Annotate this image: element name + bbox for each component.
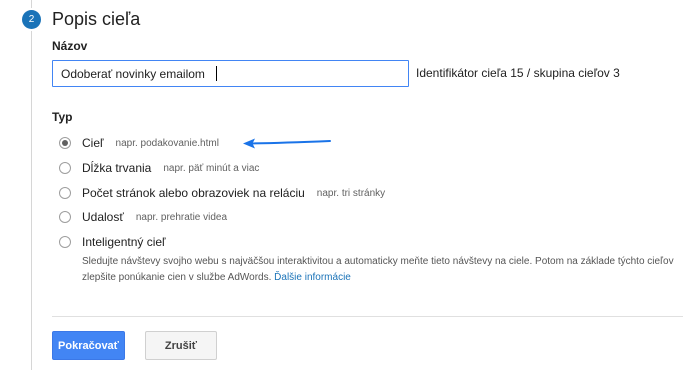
smart-goal-description-text: Sledujte návštevy svojho webu s najväčšo… [82,256,674,283]
type-option-label: Inteligentný cieľ [82,235,166,249]
type-option-label: Udalosť [82,210,124,224]
continue-button[interactable]: Pokračovať [52,331,125,360]
type-option-destination[interactable]: Cieľ napr. podakovanie.html [59,134,219,152]
type-option-label: Cieľ [82,136,104,150]
learn-more-link[interactable]: Ďalšie informácie [274,272,351,283]
type-option-hint: napr. tri stránky [316,187,386,199]
text-cursor [216,66,217,81]
goal-name-input[interactable] [52,60,409,87]
smart-goal-description: Sledujte návštevy svojho webu s najväčšo… [82,254,682,286]
step-timeline-line [31,0,32,370]
type-option-smart-goal[interactable]: Inteligentný cieľ [59,233,166,251]
cancel-button[interactable]: Zrušiť [145,331,217,360]
step-title: Popis cieľa [52,9,141,29]
type-option-event[interactable]: Udalosť napr. prehratie videa [59,208,227,226]
type-option-hint: napr. prehratie videa [135,211,228,223]
type-option-duration[interactable]: Dĺžka trvania napr. päť minút a viac [59,159,259,177]
type-section-label: Typ [52,110,73,124]
goal-id-text: Identifikátor cieľa 15 / skupina cieľov … [416,66,620,80]
type-option-label: Dĺžka trvania [82,161,152,175]
radio-button[interactable] [59,162,71,174]
radio-button-checked[interactable] [59,137,71,149]
type-option-hint: napr. podakovanie.html [115,137,219,149]
arrow-left-icon [243,138,331,149]
section-divider [52,316,683,317]
radio-button[interactable] [59,236,71,248]
type-option-pages-per-session[interactable]: Počet stránok alebo obrazoviek na reláci… [59,184,385,202]
name-field-label: Názov [52,39,88,53]
step-number-badge: 2 [22,10,41,29]
type-option-label: Počet stránok alebo obrazoviek na reláci… [82,186,305,200]
type-option-hint: napr. päť minút a viac [163,162,260,174]
radio-button[interactable] [59,211,71,223]
goal-description-step: 2 Popis cieľa Názov Identifikátor cieľa … [0,0,683,370]
radio-button[interactable] [59,187,71,199]
